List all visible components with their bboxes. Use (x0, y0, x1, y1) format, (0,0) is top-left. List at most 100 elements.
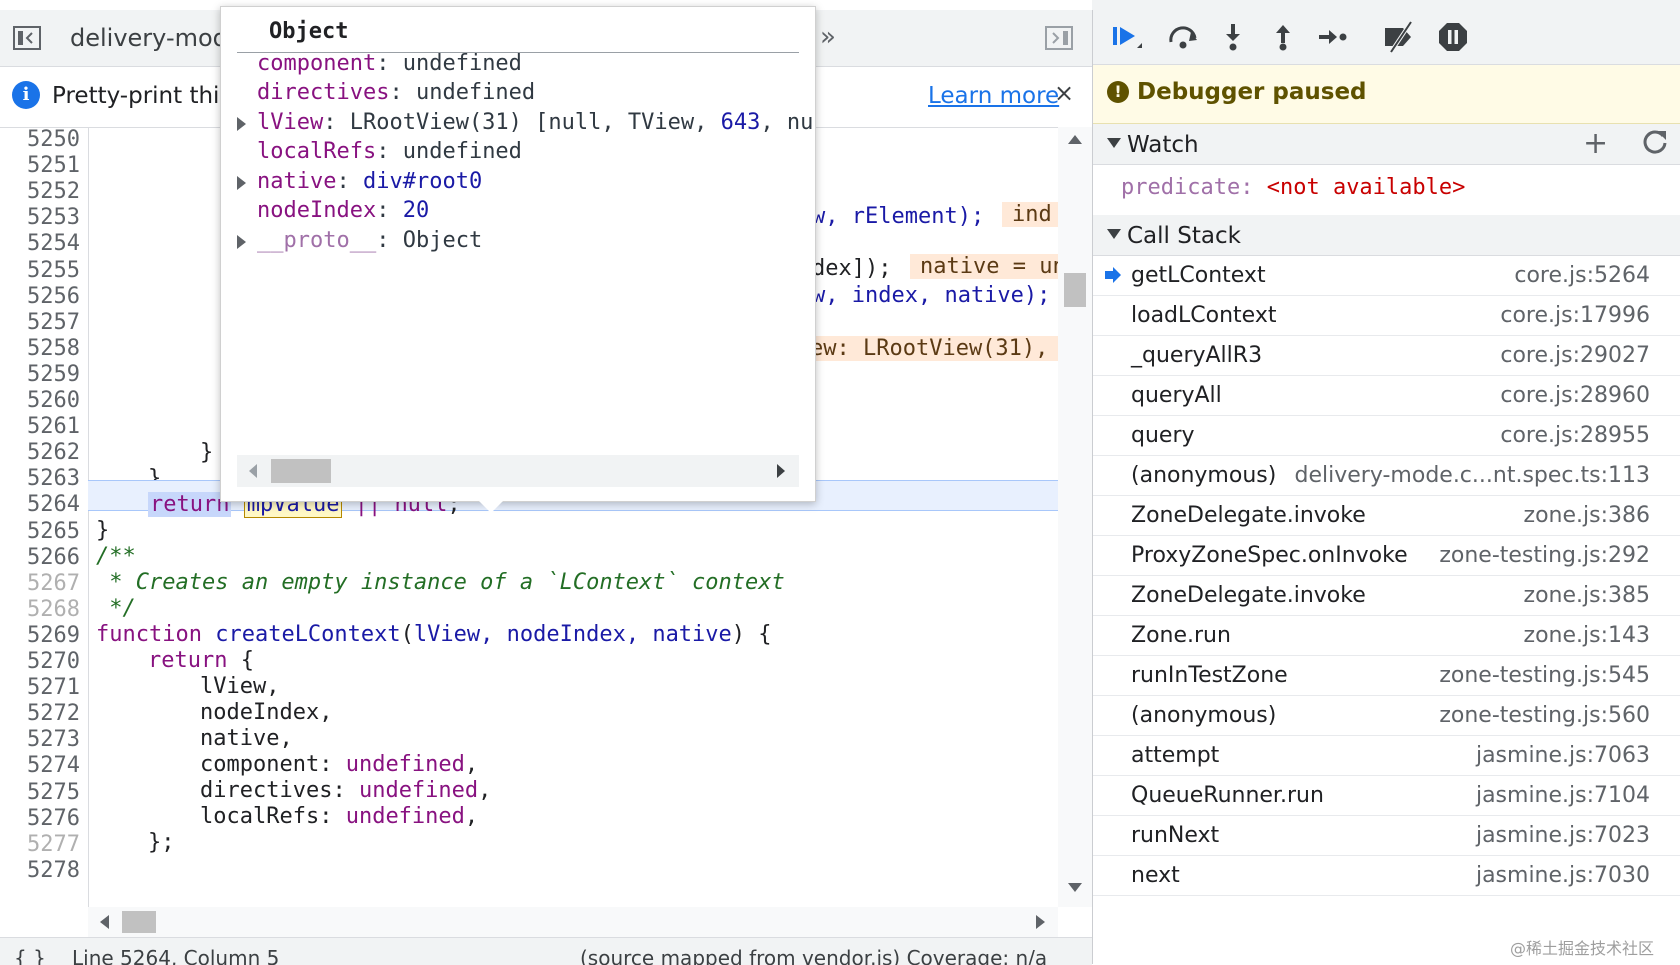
call-frame-row[interactable]: ZoneDelegate.invoke zone.js:386 (1093, 495, 1680, 536)
call-frame-row[interactable]: queryAll core.js:28960 (1093, 375, 1680, 416)
refresh-icon[interactable] (1641, 128, 1669, 156)
call-frame-row[interactable]: query core.js:28955 (1093, 415, 1680, 456)
pause-on-exceptions-icon[interactable] (1435, 20, 1471, 54)
line-number[interactable]: 5252 (0, 179, 80, 204)
line-number[interactable]: 5261 (0, 414, 80, 439)
call-frame-row[interactable]: attempt jasmine.js:7063 (1093, 735, 1680, 776)
frame-location-link[interactable]: jasmine.js:7030 (1476, 863, 1650, 888)
line-number[interactable]: 5272 (0, 701, 80, 726)
frame-location-link[interactable]: core.js:28955 (1500, 423, 1650, 448)
step-over-icon[interactable] (1165, 20, 1201, 54)
learn-more-link[interactable]: Learn more (928, 83, 1059, 109)
line-number[interactable]: 5254 (0, 231, 80, 256)
scroll-right-icon[interactable] (777, 464, 785, 478)
frame-location-link[interactable]: zone.js:143 (1524, 623, 1650, 648)
frame-location-link[interactable]: zone-testing.js:292 (1439, 543, 1650, 568)
scroll-right-icon[interactable] (1036, 915, 1045, 929)
deactivate-breakpoints-icon[interactable] (1381, 20, 1417, 54)
line-number[interactable]: 5268 (0, 597, 80, 622)
line-number[interactable]: 5266 (0, 545, 80, 570)
call-frame-row[interactable]: Zone.run zone.js:143 (1093, 615, 1680, 656)
scroll-thumb[interactable] (271, 459, 331, 483)
line-number[interactable]: 5259 (0, 362, 80, 387)
line-number[interactable]: 5267 (0, 571, 80, 596)
line-number[interactable]: 5277 (0, 832, 80, 857)
property-row-expandable[interactable]: native: div#root0 (237, 169, 482, 194)
line-number[interactable]: 5271 (0, 675, 80, 700)
line-number[interactable]: 5250 (0, 127, 80, 152)
frame-location-link[interactable]: core.js:28960 (1500, 383, 1650, 408)
step-out-icon[interactable] (1265, 20, 1301, 54)
call-frame-row[interactable]: QueueRunner.run jasmine.js:7104 (1093, 775, 1680, 816)
line-number[interactable]: 5269 (0, 623, 80, 648)
popover-horizontal-scrollbar[interactable] (237, 455, 799, 487)
frame-location-link[interactable]: delivery-mode.c...nt.spec.ts:113 (1295, 463, 1650, 488)
scroll-thumb[interactable] (1064, 273, 1086, 307)
line-number[interactable]: 5270 (0, 649, 80, 674)
scroll-down-icon[interactable] (1068, 883, 1082, 892)
scroll-left-icon[interactable] (249, 464, 257, 478)
close-icon[interactable]: × (1054, 79, 1074, 107)
call-frame-row[interactable]: (anonymous) zone-testing.js:560 (1093, 695, 1680, 736)
line-number[interactable]: 5263 (0, 466, 80, 491)
frame-location-link[interactable]: zone-testing.js:560 (1439, 703, 1650, 728)
property-row-expandable[interactable]: lView: LRootView(31) [null, TView, 643, … (237, 110, 813, 135)
call-frame-row[interactable]: loadLContext core.js:17996 (1093, 295, 1680, 336)
expand-triangle-icon[interactable] (237, 235, 246, 249)
call-frame-row[interactable]: next jasmine.js:7030 (1093, 855, 1680, 896)
frame-location-link[interactable]: jasmine.js:7023 (1476, 823, 1650, 848)
frame-location-link[interactable]: zone-testing.js:545 (1439, 663, 1650, 688)
step-icon[interactable] (1315, 20, 1351, 54)
line-number[interactable]: 5278 (0, 858, 80, 883)
editor-horizontal-scrollbar[interactable] (88, 907, 1058, 937)
line-number[interactable]: 5262 (0, 440, 80, 465)
scroll-up-icon[interactable] (1068, 135, 1082, 144)
watch-section-header[interactable]: Watch + (1093, 124, 1680, 165)
line-number[interactable]: 5257 (0, 310, 80, 335)
frame-location-link[interactable]: core.js:5264 (1514, 263, 1650, 288)
line-number[interactable]: 5256 (0, 284, 80, 309)
frame-location-link[interactable]: zone.js:385 (1524, 583, 1650, 608)
scroll-left-icon[interactable] (100, 915, 109, 929)
pretty-print-button[interactable]: { } (14, 946, 46, 965)
call-frame-row[interactable]: getLContext core.js:5264 (1093, 255, 1680, 296)
line-number[interactable]: 5251 (0, 153, 80, 178)
sidebar-toggle-icon[interactable] (1044, 24, 1074, 52)
navigator-toggle-icon[interactable] (12, 24, 42, 52)
file-tab-title[interactable]: delivery-mode (70, 24, 243, 52)
line-number[interactable]: 5273 (0, 727, 80, 752)
call-frame-row[interactable]: ZoneDelegate.invoke zone.js:385 (1093, 575, 1680, 616)
step-into-icon[interactable] (1215, 20, 1251, 54)
call-frame-row[interactable]: _queryAllR3 core.js:29027 (1093, 335, 1680, 376)
frame-location-link[interactable]: jasmine.js:7104 (1476, 783, 1650, 808)
line-number[interactable]: 5265 (0, 519, 80, 544)
expand-triangle-icon[interactable] (237, 117, 246, 131)
chevron-double-right-icon[interactable]: » (820, 22, 836, 52)
call-frame-row[interactable]: ProxyZoneSpec.onInvoke zone-testing.js:29… (1093, 535, 1680, 576)
line-number[interactable]: 5260 (0, 388, 80, 413)
line-number[interactable]: 5253 (0, 205, 80, 230)
line-number[interactable]: 5264 (0, 492, 80, 517)
call-frame-row[interactable]: runInTestZone zone-testing.js:545 (1093, 655, 1680, 696)
property-row-expandable[interactable]: __proto__: Object (237, 228, 482, 253)
line-number[interactable]: 5274 (0, 753, 80, 778)
add-icon[interactable]: + (1583, 126, 1608, 161)
frame-location-link[interactable]: jasmine.js:7063 (1476, 743, 1650, 768)
call-frame-row[interactable]: (anonymous) delivery-mode.c...nt.spec.ts:… (1093, 455, 1680, 496)
call-stack-section-header[interactable]: Call Stack (1093, 215, 1680, 256)
line-number[interactable]: 5255 (0, 258, 80, 283)
frame-location-link[interactable]: core.js:17996 (1500, 303, 1650, 328)
frame-location-link[interactable]: core.js:29027 (1500, 343, 1650, 368)
line-number[interactable]: 5275 (0, 780, 80, 805)
scroll-thumb[interactable] (122, 911, 156, 933)
expand-triangle-icon[interactable] (237, 176, 246, 190)
resume-icon[interactable] (1109, 20, 1145, 54)
object-preview-popover[interactable]: Object component: undefined directives: … (220, 6, 816, 513)
collapse-triangle-icon[interactable] (1107, 138, 1121, 148)
line-number[interactable]: 5276 (0, 806, 80, 831)
watch-expression[interactable]: predicate: <not available> (1121, 175, 1465, 200)
frame-location-link[interactable]: zone.js:386 (1524, 503, 1650, 528)
call-frame-row[interactable]: runNext jasmine.js:7023 (1093, 815, 1680, 856)
editor-vertical-scrollbar[interactable] (1058, 127, 1092, 907)
line-number[interactable]: 5258 (0, 336, 80, 361)
